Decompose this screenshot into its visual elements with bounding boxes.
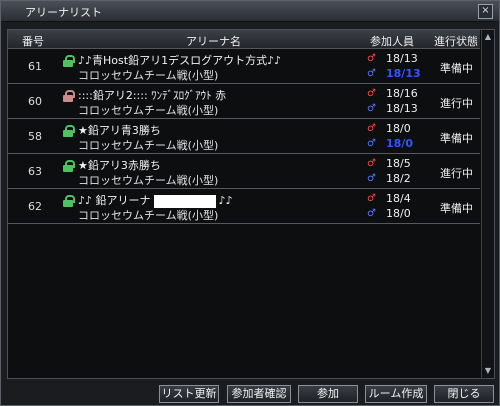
- unlocked-icon: [62, 195, 75, 207]
- red-team-icon: ♂: [367, 53, 376, 64]
- red-count: 18/4: [386, 192, 411, 205]
- arena-type: コロッセウムチーム戦(小型): [78, 209, 219, 222]
- table-row[interactable]: 58 ★鉛アリ青3勝ち コロッセウムチーム戦(小型) ♂ ♂ 18/0 18/0…: [8, 119, 480, 154]
- blue-count: 18/0: [386, 207, 411, 220]
- blue-count: 18/0: [386, 137, 413, 150]
- header-num: 番号: [22, 35, 44, 48]
- red-count: 18/16: [386, 87, 418, 100]
- row-number: 63: [28, 165, 42, 178]
- header-status: 進行状態: [434, 35, 478, 48]
- status-label: 進行中: [440, 167, 473, 180]
- blue-team-icon: ♂: [367, 138, 376, 149]
- row-number: 60: [28, 95, 42, 108]
- arena-name: ♪♪ 鉛アリーナ ♪♪: [78, 192, 233, 208]
- create-room-button[interactable]: ルーム作成: [365, 385, 427, 403]
- red-count: 18/13: [386, 52, 418, 65]
- blue-team-icon: ♂: [367, 208, 376, 219]
- arena-list-window: アリーナリスト × 番号 アリーナ名 参加人員 進行状態 61 ♪♪青Host鉛…: [0, 0, 500, 406]
- arena-name: ::::鉛アリ2:::: ﾜﾝﾃﾞｽﾛｸﾞｱｳﾄ 赤: [78, 89, 227, 102]
- unlocked-icon: [62, 125, 75, 137]
- status-label: 準備中: [440, 202, 473, 215]
- window-title: アリーナリスト: [25, 6, 102, 19]
- blue-team-icon: ♂: [367, 173, 376, 184]
- header-players: 参加人員: [370, 35, 414, 48]
- arena-type: コロッセウムチーム戦(小型): [78, 104, 219, 117]
- refresh-list-button[interactable]: リスト更新: [159, 385, 219, 403]
- redacted-block: [153, 194, 216, 208]
- blue-team-icon: ♂: [367, 103, 376, 114]
- table-row[interactable]: 63 ★鉛アリ3赤勝ち コロッセウムチーム戦(小型) ♂ ♂ 18/5 18/2…: [8, 154, 480, 189]
- scroll-up-icon[interactable]: ▲: [483, 32, 493, 42]
- confirm-participants-button[interactable]: 参加者確認: [227, 385, 291, 403]
- red-team-icon: ♂: [367, 88, 376, 99]
- unlocked-icon: [62, 160, 75, 172]
- arena-rows: 61 ♪♪青Host鉛アリ1デスログアウト方式♪♪ コロッセウムチーム戦(小型)…: [8, 49, 480, 224]
- title-bar: アリーナリスト ×: [1, 1, 499, 22]
- arena-name: ★鉛アリ青3勝ち: [78, 124, 161, 137]
- blue-count: 18/13: [386, 67, 421, 80]
- arena-table: 番号 アリーナ名 参加人員 進行状態 61 ♪♪青Host鉛アリ1デスログアウト…: [7, 29, 495, 379]
- arena-type: コロッセウムチーム戦(小型): [78, 69, 219, 82]
- status-label: 準備中: [440, 132, 473, 145]
- red-team-icon: ♂: [367, 193, 376, 204]
- scrollbar[interactable]: ▲ ▼: [481, 30, 494, 378]
- scroll-down-icon[interactable]: ▼: [483, 366, 493, 376]
- arena-name-suffix: ♪♪: [218, 194, 233, 207]
- red-team-icon: ♂: [367, 158, 376, 169]
- status-label: 準備中: [440, 62, 473, 75]
- row-number: 61: [28, 60, 42, 73]
- status-label: 進行中: [440, 97, 473, 110]
- blue-team-icon: ♂: [367, 68, 376, 79]
- join-button[interactable]: 参加: [298, 385, 358, 403]
- table-row[interactable]: 62 ♪♪ 鉛アリーナ ♪♪ コロッセウムチーム戦(小型) ♂ ♂ 18/4 18…: [8, 189, 480, 224]
- close-icon[interactable]: ×: [478, 4, 493, 19]
- header-name: アリーナ名: [186, 35, 241, 48]
- arena-type: コロッセウムチーム戦(小型): [78, 174, 219, 187]
- table-row[interactable]: 60 ::::鉛アリ2:::: ﾜﾝﾃﾞｽﾛｸﾞｱｳﾄ 赤 コロッセウムチーム戦…: [8, 84, 480, 119]
- arena-name: ★鉛アリ3赤勝ち: [78, 159, 161, 172]
- table-row[interactable]: 61 ♪♪青Host鉛アリ1デスログアウト方式♪♪ コロッセウムチーム戦(小型)…: [8, 49, 480, 84]
- arena-type: コロッセウムチーム戦(小型): [78, 139, 219, 152]
- arena-name: ♪♪青Host鉛アリ1デスログアウト方式♪♪: [78, 54, 282, 67]
- close-button[interactable]: 閉じる: [434, 385, 494, 403]
- table-header: 番号 アリーナ名 参加人員 進行状態: [8, 30, 480, 49]
- red-team-icon: ♂: [367, 123, 376, 134]
- blue-count: 18/2: [386, 172, 411, 185]
- row-number: 58: [28, 130, 42, 143]
- arena-name-prefix: ♪♪ 鉛アリーナ: [78, 194, 151, 207]
- locked-icon: [62, 90, 75, 102]
- red-count: 18/5: [386, 157, 411, 170]
- row-number: 62: [28, 200, 42, 213]
- unlocked-icon: [62, 55, 75, 67]
- blue-count: 18/13: [386, 102, 418, 115]
- red-count: 18/0: [386, 122, 411, 135]
